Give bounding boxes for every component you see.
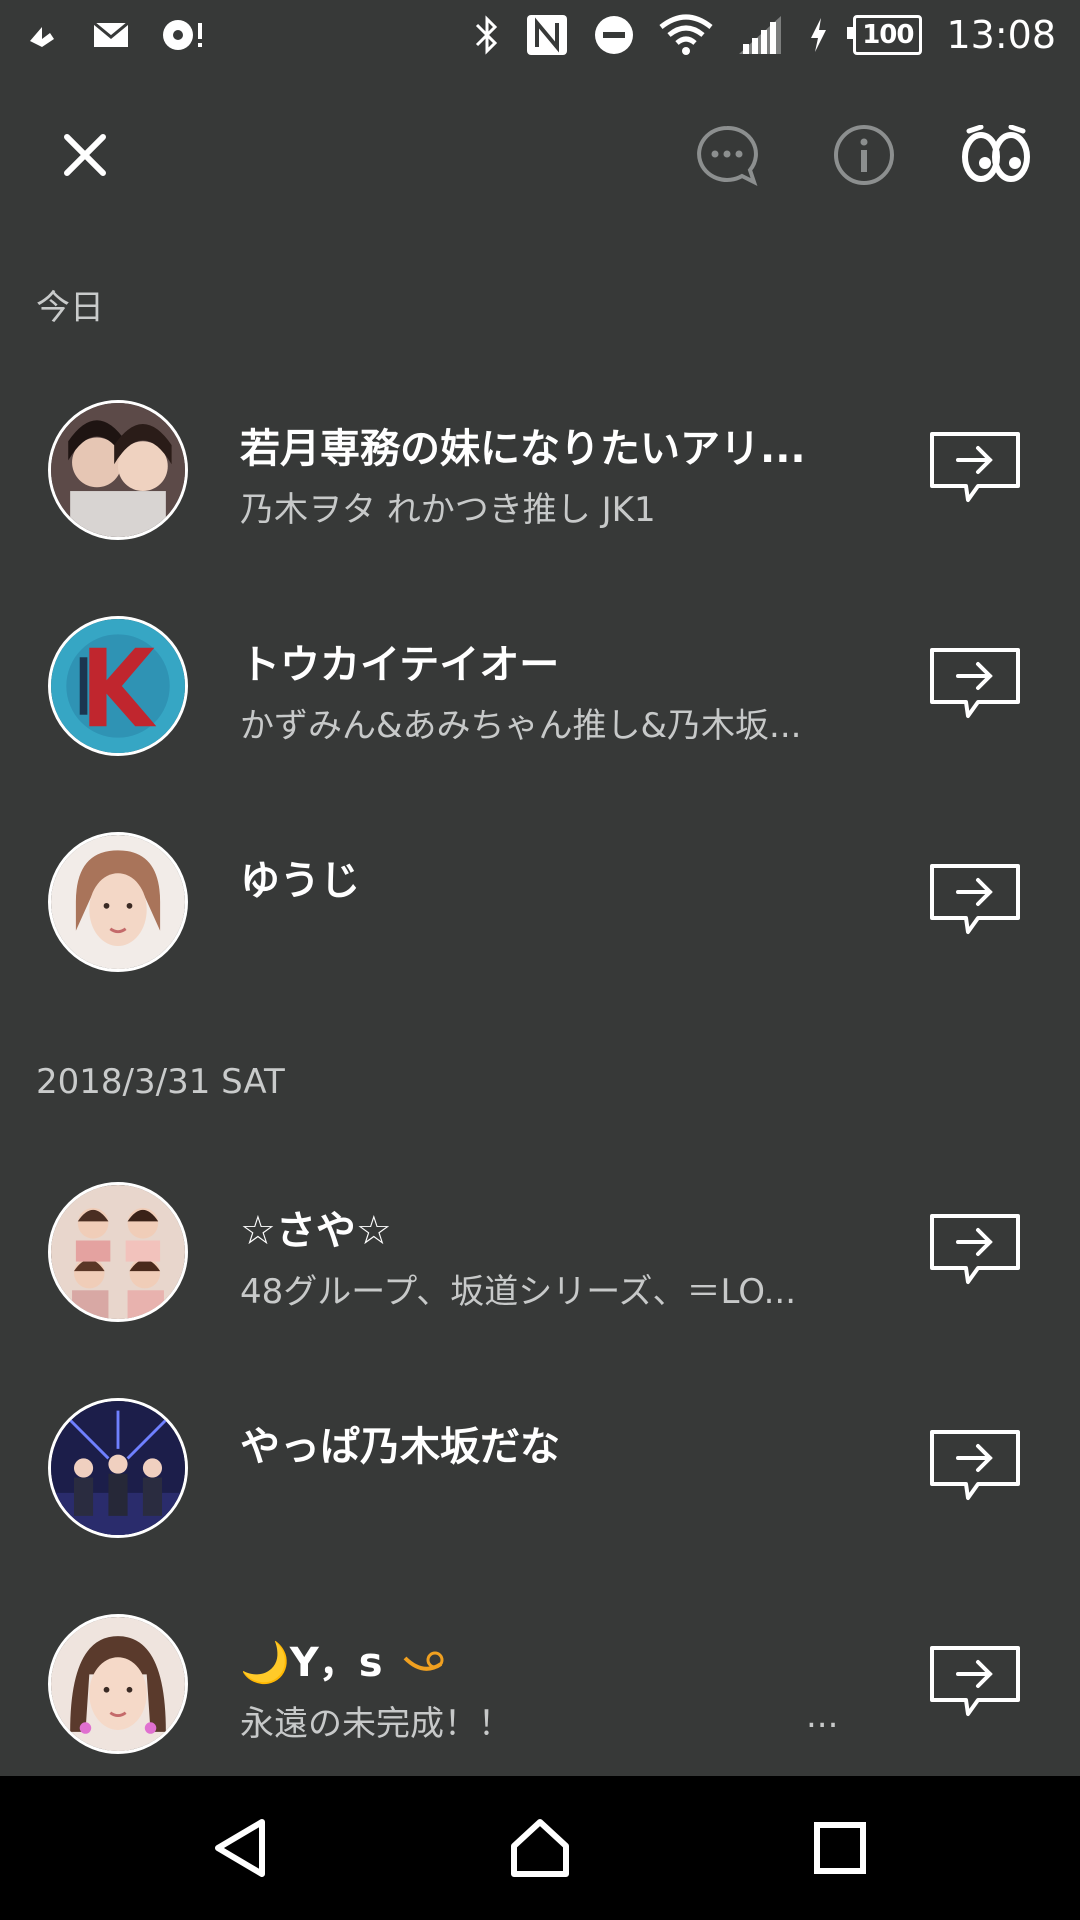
eyes-button[interactable] [951,110,1041,200]
contact-name: 🌙Y，s [240,1630,445,1688]
avatar[interactable] [48,616,188,756]
charging-icon [807,16,829,54]
toolbar [0,110,1080,200]
info-button[interactable] [819,110,909,200]
home-button[interactable] [490,1798,590,1898]
eyes-icon [962,125,1030,182]
navigation-bar [0,1776,1080,1920]
share-button[interactable] [920,418,1030,518]
wifi-icon [659,13,713,57]
info-icon [834,125,894,185]
contact-status: 永遠の未完成！！ [240,1704,512,1744]
avatar[interactable] [48,832,188,972]
contact-row[interactable]: ゆうじ [0,810,1080,990]
back-icon [215,1819,265,1877]
avatar[interactable] [48,1182,188,1322]
contact-row[interactable]: トウカイテイオー かずみん&あみちゃん推し&乃木坂... [0,594,1080,774]
share-button[interactable] [920,634,1030,734]
section-header-date: 2018/3/31 SAT [36,1062,285,1102]
contact-name: 若月専務の妹になりたいアリ... [240,426,806,472]
status-bar: 100 13:08 [0,0,1080,70]
share-button[interactable] [920,1416,1030,1516]
close-icon [64,134,106,176]
contact-row[interactable]: やっぱ乃木坂だな [0,1376,1080,1556]
bluetooth-icon [473,15,501,55]
contact-name: トウカイテイオー [240,642,560,688]
contact-row[interactable]: ☆さや☆ 48グループ、坂道シリーズ、＝LO... [0,1160,1080,1340]
back-button[interactable] [190,1798,290,1898]
contact-status: 乃木ヲタ れかつき推し JK1 [240,490,656,530]
status-left [24,17,206,53]
home-icon [511,1819,569,1877]
contact-row[interactable]: 若月専務の妹になりたいアリ... 乃木ヲタ れかつき推し JK1 [0,378,1080,558]
share-button[interactable] [920,1632,1030,1732]
chat-button[interactable] [682,110,772,200]
music-share-icon [24,17,60,53]
do-not-disturb-icon [593,14,635,56]
contact-status-ellipsis: ... [806,1696,839,1736]
section-header-today: 今日 [36,288,104,328]
close-button[interactable] [40,110,130,200]
share-button[interactable] [920,850,1030,950]
share-icon [930,648,1020,718]
contact-name: やっぱ乃木坂だな [240,1424,560,1470]
share-icon [930,1214,1020,1284]
contact-row[interactable]: 🌙Y，s 永遠の未完成！！ ... [0,1592,1080,1772]
share-icon [930,1430,1020,1500]
contact-status: 48グループ、坂道シリーズ、＝LO... [240,1272,797,1312]
mail-icon [92,20,130,50]
contact-name: ☆さや☆ [240,1208,392,1254]
nfc-icon [525,13,569,57]
clock: 13:08 [946,13,1056,57]
screen: 100 13:08 今日 若月専務の妹になりたいアリ... 乃木ヲタ れかつき推… [0,0,1080,1920]
share-icon [930,864,1020,934]
avatar[interactable] [48,400,188,540]
avatar[interactable] [48,1614,188,1754]
share-icon [930,432,1020,502]
contact-name-text: 🌙Y，s [240,1640,383,1686]
status-right: 100 13:08 [473,13,1056,57]
share-icon [930,1646,1020,1716]
chat-bubble-icon [697,125,758,186]
disc-alert-icon [162,17,206,53]
recents-button[interactable] [790,1798,890,1898]
avatar[interactable] [48,1398,188,1538]
share-button[interactable] [920,1200,1030,1300]
recents-icon [814,1822,866,1874]
signal-icon [737,14,783,56]
battery-indicator: 100 [847,15,923,55]
contact-status: かずみん&あみちゃん推し&乃木坂... [240,706,802,746]
comet-emoji-icon [401,1642,445,1688]
contact-name: ゆうじ [240,858,360,904]
